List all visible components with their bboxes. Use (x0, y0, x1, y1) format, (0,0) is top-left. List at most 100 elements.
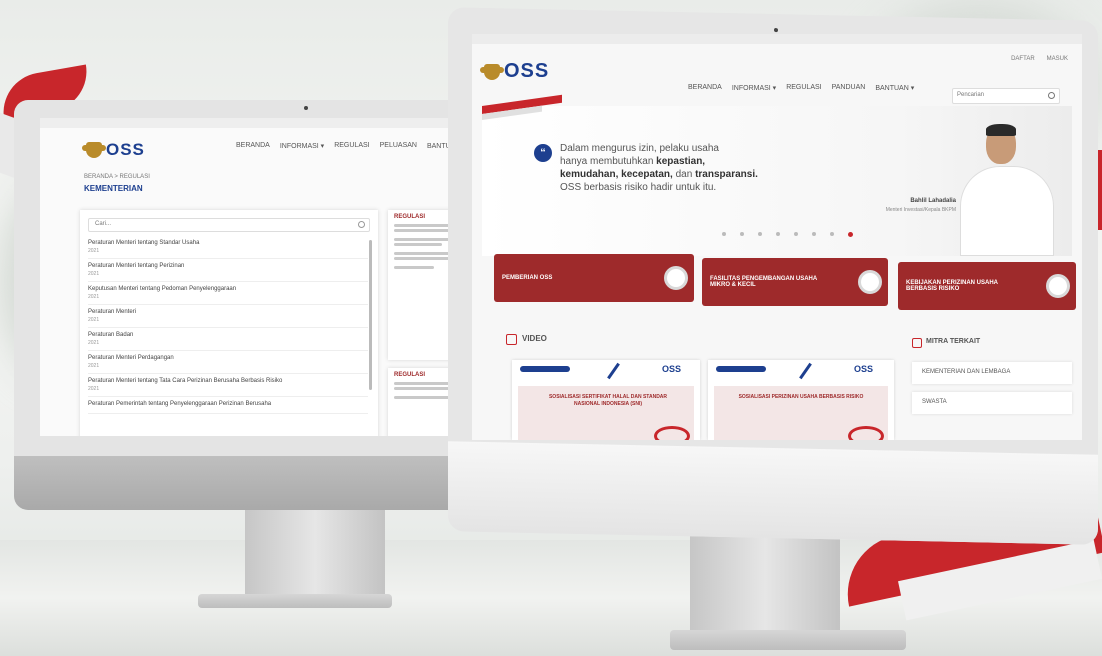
nav-item[interactable]: INFORMASI ▾ (280, 142, 324, 150)
portrait-body (960, 166, 1054, 256)
oss-logo-text: OSS (106, 140, 145, 159)
feature-card[interactable]: FASILITAS PENGEMBANGAN USAHA MIKRO & KEC… (702, 258, 888, 306)
list-item-date: 2021 (88, 340, 100, 346)
person-portrait (952, 120, 1062, 256)
slider-dot-active[interactable] (848, 232, 853, 237)
nav-item[interactable]: BANTUAN ▾ (875, 84, 914, 92)
camera-dot (304, 106, 308, 110)
slider-dot[interactable] (722, 232, 726, 236)
video-thumbnail: SOSIALISASI SERTIFIKAT HALAL DAN STANDAR… (518, 386, 694, 440)
nav-item[interactable]: INFORMASI ▾ (732, 84, 776, 92)
nav-item[interactable]: REGULASI (786, 84, 821, 92)
nav-item[interactable]: REGULASI (334, 142, 369, 150)
register-link[interactable]: DAFTAR (1011, 56, 1035, 62)
feature-card[interactable]: KEBIJAKAN PERIZINAN USAHA BERBASIS RISIK… (898, 262, 1076, 310)
nav-item[interactable]: PANDUAN (832, 84, 866, 92)
quote-bold: kemudahan, kecepatan, (560, 169, 673, 180)
feature-card-icon (1046, 274, 1070, 298)
text-line (394, 243, 442, 246)
scrollbar[interactable] (369, 240, 372, 390)
list-item[interactable]: Peraturan Pemerintah tentang Penyelengga… (88, 397, 368, 414)
partner-item[interactable]: SWASTA (912, 392, 1072, 414)
breadcrumb: BERANDA > REGULASI (84, 174, 150, 180)
search-input[interactable]: Cari... (95, 221, 111, 227)
partner-item[interactable]: KEMENTERIAN DAN LEMBAGA (912, 362, 1072, 384)
video-card[interactable]: OSS SOSIALISASI PERIZINAN USAHA BERBASIS… (708, 360, 894, 440)
login-link[interactable]: MASUK (1047, 56, 1068, 62)
right-monitor-chin (448, 441, 1098, 545)
regulation-list: Peraturan Menteri tentang Standar Usaha 2… (88, 236, 368, 414)
feature-card-icon (858, 270, 882, 294)
right-screen: DAFTAR MASUK OSS BERANDA INFORMASI ▾ REG… (472, 34, 1082, 440)
list-item[interactable]: Peraturan Menteri Perdagangan 2021 (88, 351, 368, 374)
search-input[interactable]: Pencarian (957, 92, 984, 98)
hero-quote: Dalam mengurus izin, pelaku usaha hanya … (560, 142, 820, 194)
slider-dot[interactable] (812, 232, 816, 236)
feature-card-label: KEBIJAKAN PERIZINAN USAHA BERBASIS RISIK… (906, 280, 998, 292)
person-title: Menteri Investasi/Kepala BKPM (885, 207, 956, 213)
list-item[interactable]: Peraturan Menteri tentang Perizinan 2021 (88, 259, 368, 282)
feature-card-label: FASILITAS PENGEMBANGAN USAHA MIKRO & KEC… (710, 276, 818, 288)
right-monitor-base (670, 630, 906, 650)
video-heading: VIDEO (522, 334, 547, 343)
list-item-title: Peraturan Badan (88, 332, 134, 338)
nav-item[interactable]: BERANDA (236, 142, 270, 150)
quote-text: hanya membutuhkan (560, 156, 657, 167)
right-monitor-stand (690, 528, 840, 638)
list-item-title: Peraturan Menteri tentang Standar Usaha (88, 240, 200, 246)
slider-dot[interactable] (740, 232, 744, 236)
ministry-logo-icon (716, 366, 766, 372)
list-item[interactable]: Keputusan Menteri tentang Pedoman Penyel… (88, 282, 368, 305)
nav-item[interactable]: BERANDA (688, 84, 722, 92)
list-item[interactable]: Peraturan Menteri tentang Standar Usaha 2… (88, 236, 368, 259)
search-icon[interactable] (1048, 92, 1055, 99)
right-nav: BERANDA INFORMASI ▾ REGULASI PANDUAN BAN… (688, 84, 914, 92)
slider-dot[interactable] (794, 232, 798, 236)
left-screen: OSS BERANDA INFORMASI ▾ REGULASI PELUASA… (40, 118, 480, 436)
hero-banner: “ Dalam mengurus izin, pelaku usaha hany… (482, 94, 1072, 256)
quote-bold: kepastian, (656, 156, 706, 167)
top-links: DAFTAR MASUK (1011, 56, 1068, 62)
list-item[interactable]: Peraturan Badan 2021 (88, 328, 368, 351)
garuda-icon (480, 63, 504, 80)
garuda-icon (82, 142, 106, 158)
left-monitor-chin (14, 456, 476, 510)
list-item-title: Peraturan Menteri Perdagangan (88, 355, 174, 361)
quote-text: OSS berbasis risiko hadir untuk itu. (560, 182, 717, 193)
list-item-title: Peraturan Menteri tentang Perizinan (88, 263, 185, 269)
feature-card[interactable]: PEMBERIAN OSS (494, 254, 694, 302)
slider-dot[interactable] (776, 232, 780, 236)
quote-bold: transparansi. (695, 169, 758, 180)
nav-item[interactable]: PELUASAN (380, 142, 417, 150)
list-item-date: 2021 (88, 248, 100, 254)
slider-dot[interactable] (830, 232, 834, 236)
video-card[interactable]: OSS SOSIALISASI SERTIFIKAT HALAL DAN STA… (512, 360, 700, 440)
list-item-date: 2021 (88, 271, 100, 277)
browser-bar (472, 34, 1082, 44)
left-logo[interactable]: OSS (82, 140, 145, 160)
video-icon (506, 334, 517, 345)
partner-label: SWASTA (922, 399, 947, 405)
slider-dot[interactable] (758, 232, 762, 236)
feature-card-icon (664, 266, 688, 290)
list-item-date: 2021 (88, 317, 100, 323)
search-icon[interactable] (358, 221, 365, 228)
page-title: KEMENTERIAN (84, 184, 143, 193)
partner-heading: MITRA TERKAIT (926, 338, 981, 345)
feature-card-label: PEMBERIAN OSS (502, 275, 553, 281)
partner-section: MITRA TERKAIT KEMENTERIAN DAN LEMBAGA SW… (902, 330, 1078, 440)
list-item[interactable]: Peraturan Menteri tentang Tata Cara Peri… (88, 374, 368, 397)
left-nav: BERANDA INFORMASI ▾ REGULASI PELUASAN BA… (236, 142, 466, 150)
person-name: Bahlil Lahadalia (910, 198, 956, 204)
list-item[interactable]: Peraturan Menteri 2021 (88, 305, 368, 328)
search-box[interactable]: Pencarian (952, 88, 1060, 104)
search-bar[interactable]: Cari... (88, 218, 370, 232)
video-title: SOSIALISASI PERIZINAN USAHA BERBASIS RIS… (738, 394, 864, 400)
text-line (394, 266, 434, 269)
list-item-date: 2021 (88, 294, 100, 300)
list-item-date: 2021 (88, 386, 100, 392)
right-logo[interactable]: OSS (480, 60, 549, 83)
camera-dot (774, 28, 778, 33)
video-logo: OSS (854, 364, 874, 374)
partner-label: KEMENTERIAN DAN LEMBAGA (922, 369, 1011, 375)
